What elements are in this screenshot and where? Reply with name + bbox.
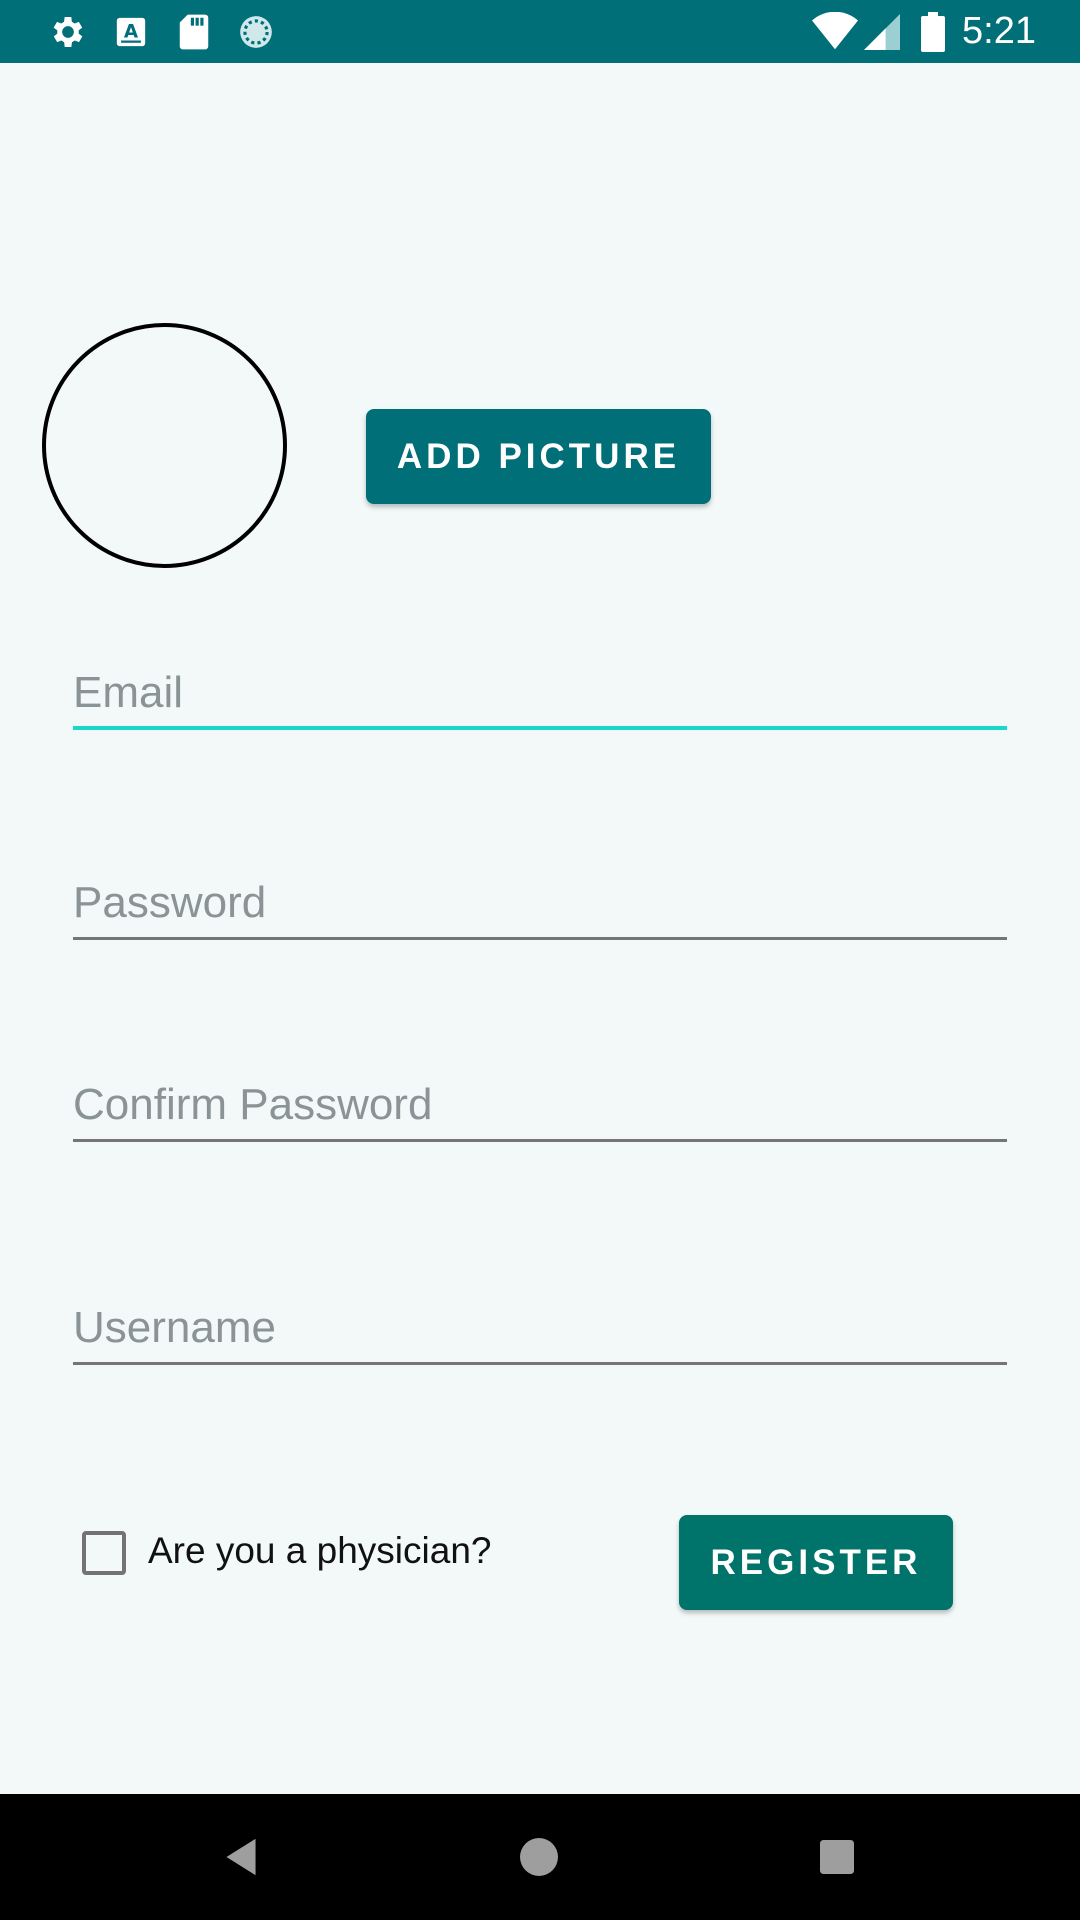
status-bar: A 5:21: [0, 0, 1080, 63]
back-icon[interactable]: [211, 1827, 271, 1887]
physician-checkbox-label[interactable]: Are you a physician?: [148, 1530, 491, 1572]
battery-icon: [921, 0, 945, 63]
signal-icon: [864, 0, 900, 63]
svg-text:A: A: [124, 21, 139, 42]
password-underline: [73, 937, 1007, 940]
recents-icon[interactable]: [807, 1827, 867, 1887]
email-placeholder: Email: [73, 668, 184, 717]
username-field[interactable]: Username: [73, 1275, 1007, 1365]
sync-icon: [237, 0, 275, 63]
sd-card-icon: [177, 0, 211, 63]
wifi-icon: [812, 0, 858, 63]
confirm-password-placeholder: Confirm Password: [73, 1080, 433, 1129]
home-icon[interactable]: [509, 1827, 569, 1887]
add-picture-button[interactable]: ADD PICTURE: [366, 409, 711, 504]
username-underline: [73, 1362, 1007, 1365]
profile-picture-placeholder[interactable]: [42, 323, 287, 568]
email-field[interactable]: Email: [73, 640, 1007, 730]
settings-icon: [48, 0, 88, 63]
status-time: 5:21: [962, 10, 1036, 52]
navigation-bar: [0, 1794, 1080, 1920]
confirm-password-underline: [73, 1139, 1007, 1142]
password-placeholder: Password: [73, 878, 267, 927]
confirm-password-field[interactable]: Confirm Password: [73, 1052, 1007, 1142]
text-a-icon: A: [114, 0, 148, 63]
username-placeholder: Username: [73, 1303, 276, 1352]
password-field[interactable]: Password: [73, 850, 1007, 940]
email-underline: [73, 726, 1007, 730]
register-button[interactable]: REGISTER: [679, 1515, 953, 1610]
physician-checkbox[interactable]: [82, 1531, 126, 1575]
